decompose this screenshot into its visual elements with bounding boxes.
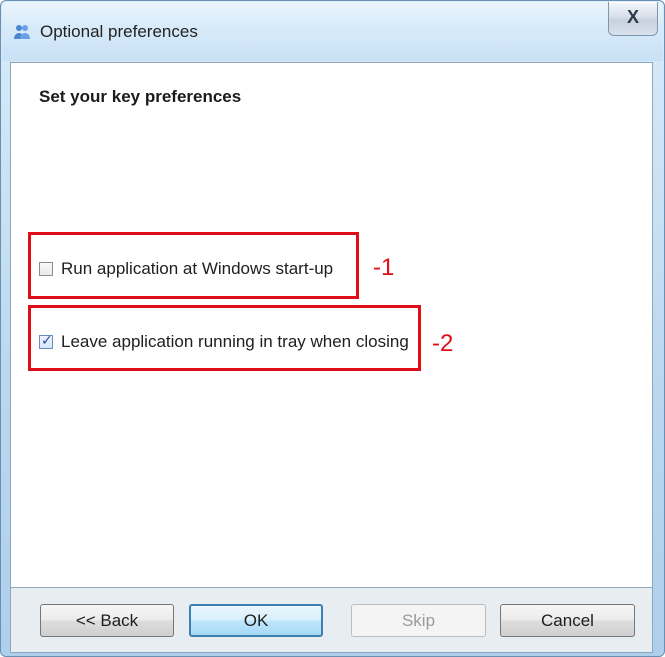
cancel-button[interactable]: Cancel <box>500 604 635 637</box>
window-title: Optional preferences <box>40 22 198 41</box>
annotation-label-2: -2 <box>432 330 454 357</box>
annotation-label-1: -1 <box>373 254 395 281</box>
dialog-window: Optional preferences X Set your key pref… <box>0 0 665 657</box>
content-panel: Set your key preferences Run application… <box>10 62 653 588</box>
close-button[interactable]: X <box>608 2 658 36</box>
back-button[interactable]: << Back <box>40 604 174 637</box>
annotation-box-2 <box>28 305 421 371</box>
ok-button[interactable]: OK <box>189 604 323 637</box>
annotation-box-1 <box>28 232 359 299</box>
title-bar[interactable]: Optional preferences X <box>2 2 663 61</box>
skip-button[interactable]: Skip <box>351 604 486 637</box>
close-icon: X <box>626 7 639 27</box>
page-title: Set your key preferences <box>39 87 242 106</box>
users-icon <box>14 25 30 39</box>
button-bar: << Back OK Skip Cancel <box>10 588 653 653</box>
